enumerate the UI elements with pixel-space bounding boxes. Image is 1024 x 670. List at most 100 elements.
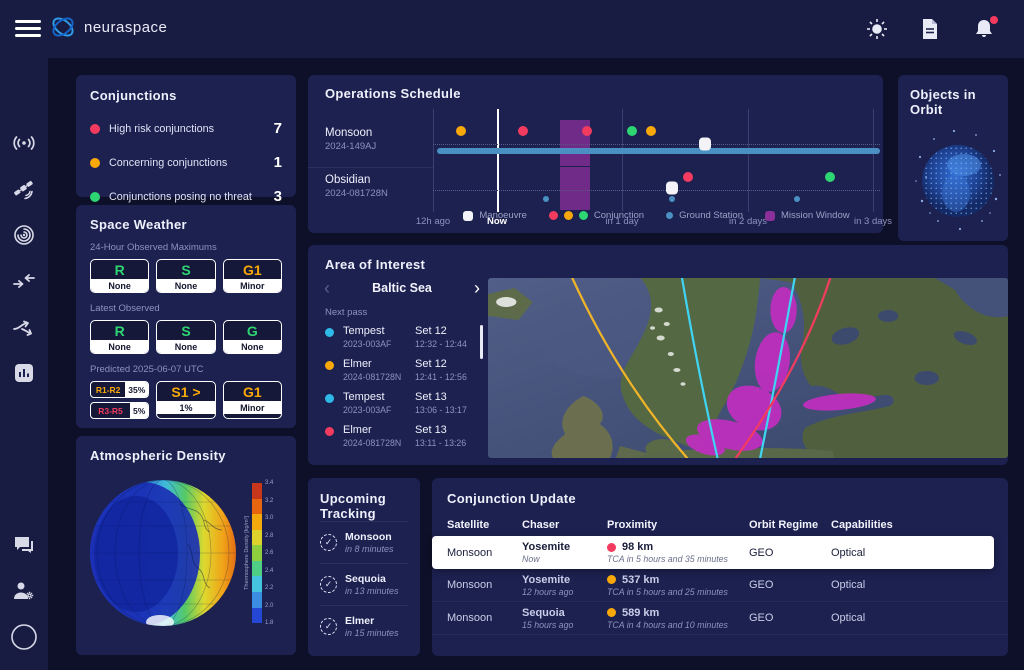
tracking-satellite: Elmer [345,615,399,627]
weather-scale-box: R None [90,259,149,293]
converge-arrows-icon[interactable] [0,258,48,304]
report-document-icon[interactable] [920,18,942,40]
panel-title: Conjunction Update [447,491,576,506]
baltic-sea-map[interactable] [488,278,1008,458]
table-header-row: Satellite Chaser Proximity Orbit Regime … [432,514,1008,536]
ground_station-marker[interactable] [669,196,675,202]
tracking-check-icon: ✓ [320,534,337,551]
row-baseline [433,190,880,191]
cell-orbit-regime: GEO [749,612,831,624]
area-of-interest-panel: Area of Interest ‹ Baltic Sea › Next pas… [308,245,1008,465]
conjunction-yellow-legend-icon [564,211,573,220]
column-header: Proximity [607,519,749,531]
upcoming-tracking-panel: Upcoming Tracking ✓ Monsoonin 8 minutes … [308,478,420,656]
conjunction-marker[interactable] [683,172,693,182]
tracking-item[interactable]: ✓ Monsoonin 8 minutes [320,521,408,563]
cell-chaser: Sequoia [522,607,565,619]
pass-satellite: Elmer [343,424,415,436]
tracking-item[interactable]: ✓ Elmerin 15 minutes [320,605,408,647]
weather-scale-box: R None [90,320,149,354]
legend-label: Conjunction [594,210,644,221]
scale-status: 1% [157,401,214,414]
pass-item[interactable]: Elmer2024-081728N Set 1313:11 - 13:26 [325,424,485,448]
proximity-risk-dot [607,575,616,584]
column-header: Capabilities [831,519,1008,531]
time-gridline [622,109,623,212]
scale-code: R [91,260,148,279]
ground_station-marker[interactable] [543,196,549,202]
panel-title: Objects in Orbit [910,87,1008,117]
pass-satellite-id: 2024-081728N [343,438,415,448]
menu-hamburger-icon[interactable] [15,20,41,38]
neuraspace-logo-icon [50,14,76,40]
now-gridline [497,109,499,212]
brand[interactable]: neuraspace [50,14,167,40]
scale-status: None [91,340,148,353]
schedule-timeline [433,109,880,212]
ground-station-legend-icon [666,212,673,219]
pass-item[interactable]: Tempest2023-003AF Set 1212:32 - 12:44 [325,325,485,349]
manoeuvre-marker[interactable] [666,182,678,195]
manoeuvre-legend-icon [463,211,473,221]
chat-icon[interactable] [0,522,48,568]
mission-window[interactable] [560,167,590,211]
region-name[interactable]: Baltic Sea [372,281,432,295]
conjunction-marker[interactable] [646,126,656,136]
cell-chaser: Yosemite [522,574,570,586]
pass-time: 13:11 - 13:26 [415,438,466,448]
table-row[interactable]: Monsoon Yosemite12 hours ago 537 kmTCA i… [432,569,1008,602]
table-row[interactable]: Monsoon Sequoia15 hours ago 589 kmTCA in… [432,602,1008,635]
satellite-id: 2024-081728N [325,188,425,199]
column-header: Chaser [522,519,607,531]
legend-label: Ground Station [679,210,743,221]
panel-title: Space Weather [90,217,282,232]
pass-time: 12:32 - 12:44 [415,339,467,349]
tracking-eta: in 8 minutes [345,544,394,554]
stat-value: 7 [274,120,282,137]
cell-chaser-time: 12 hours ago [522,587,607,597]
broadcast-icon[interactable] [0,120,48,166]
main-content: Conjunctions High risk conjunctions 7 Co… [48,58,1024,670]
time-gridline [873,109,874,212]
schedule-row-label: Monsoon 2024-149AJ [325,127,425,152]
predicted-chip: R3-R5 5% [90,402,149,419]
tracking-check-icon: ✓ [320,576,337,593]
tracking-eta: in 13 minutes [345,586,399,596]
cell-proximity: 589 km [622,607,659,619]
pass-set: Set 12 [415,325,467,337]
scale-code: G [224,321,281,340]
conjunction-marker[interactable] [582,126,592,136]
maneuver-split-icon[interactable] [0,304,48,350]
pass-item[interactable]: Tempest2023-003AF Set 1313:06 - 13:17 [325,391,485,415]
brand-name: neuraspace [84,19,167,36]
user-settings-icon[interactable] [0,568,48,614]
scale-code: S [157,260,214,279]
table-row[interactable]: Monsoon YosemiteNow 98 kmTCA in 5 hours … [432,536,994,569]
conjunction-marker[interactable] [456,126,466,136]
tracking-check-icon: ✓ [320,618,337,635]
conjunction-marker[interactable] [518,126,528,136]
avatar-circle[interactable] [0,614,48,660]
manoeuvre-marker[interactable] [699,138,711,151]
topbar: neuraspace [0,0,1024,58]
notifications-bell-icon[interactable] [974,18,996,40]
satellite-name: Obsidian [325,174,425,186]
radar-orbit-icon[interactable] [0,212,48,258]
conjunction-marker[interactable] [627,126,637,136]
theme-sun-icon[interactable] [866,18,888,40]
satellite-icon[interactable] [0,166,48,212]
pass-item[interactable]: Elmer2024-081728N Set 1212:41 - 12:56 [325,358,485,382]
operations-schedule-panel: Operations Schedule Monsoon 2024-149AJ O… [308,75,883,233]
pass-list: Tempest2023-003AF Set 1212:32 - 12:44 El… [325,325,485,457]
atmospheric-density-panel: Atmospheric Density [76,436,296,655]
pass-list-scrollbar[interactable] [480,325,483,359]
colorbar-label: Thermosphere Density [kg/m³] [244,516,250,590]
tracking-item[interactable]: ✓ Sequoiain 13 minutes [320,563,408,605]
ground_station-marker[interactable] [794,196,800,202]
conjunction-red-legend-icon [549,211,558,220]
ground-station-track-bar[interactable] [437,148,880,154]
bar-chart-icon[interactable] [0,350,48,396]
next-region-chevron[interactable]: › [468,279,486,297]
previous-region-chevron[interactable]: ‹ [318,279,336,297]
conjunction-marker[interactable] [825,172,835,182]
